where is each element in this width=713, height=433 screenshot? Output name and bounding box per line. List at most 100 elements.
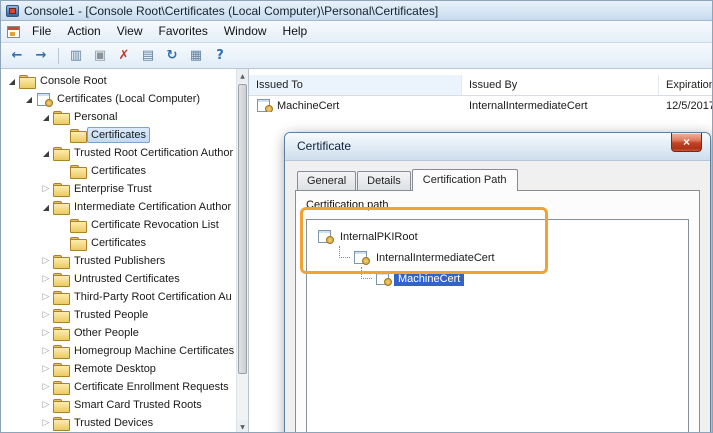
tree-item-trusted-root-certification-author[interactable]: ◢ Trusted Root Certification Author: [1, 144, 236, 162]
tree-scrollbar[interactable]: ▲ ▼: [236, 69, 248, 433]
scrollbar-up-icon[interactable]: ▲: [237, 69, 248, 83]
expander-expanded-icon[interactable]: ◢: [39, 149, 53, 158]
expander-collapsed-icon[interactable]: ▷: [39, 256, 53, 266]
folder-icon: [53, 327, 70, 340]
title-bar: Console1 - [Console Root\Certificates (L…: [1, 1, 712, 21]
certificate-icon: [353, 251, 370, 264]
tree-item-certificate-revocation-list[interactable]: Certificate Revocation List: [1, 216, 236, 234]
expander-collapsed-icon[interactable]: ▷: [39, 310, 53, 320]
tree-item-certificates-local-computer[interactable]: ◢Certificates (Local Computer): [1, 90, 236, 108]
folder-icon: [53, 399, 70, 412]
folder-icon: [70, 237, 87, 250]
tree-item-personal[interactable]: ◢Personal: [1, 108, 236, 126]
cert-path-node-internalintermediatecert[interactable]: InternalIntermediateCert: [313, 247, 682, 268]
folder-icon: [53, 201, 70, 214]
tree-item-label: Enterprise Trust: [70, 181, 156, 197]
tree-item-other-people[interactable]: ▷ Other People: [1, 324, 236, 342]
tree-item-certificates[interactable]: Certificates: [1, 162, 236, 180]
tree-item-third-party-root-certification-au[interactable]: ▷ Third-Party Root Certification Au: [1, 288, 236, 306]
dialog-body: GeneralDetailsCertification Path Certifi…: [285, 161, 710, 433]
tree-item-intermediate-certification-author[interactable]: ◢Intermediate Certification Author: [1, 198, 236, 216]
tab-details[interactable]: Details: [357, 171, 411, 190]
show-console-tree-icon[interactable]: ▥: [65, 46, 87, 66]
scrollbar-thumb[interactable]: [238, 84, 247, 374]
expander-expanded-icon[interactable]: ◢: [39, 203, 53, 212]
cert-path-node-machinecert[interactable]: MachineCert: [313, 268, 682, 289]
tree-item-untrusted-certificates[interactable]: ▷ Untrusted Certificates: [1, 270, 236, 288]
dialog-tabs: GeneralDetailsCertification Path: [295, 169, 700, 190]
expander-collapsed-icon[interactable]: ▷: [39, 400, 53, 410]
tree-connector: [339, 246, 350, 258]
tree-item-trusted-people[interactable]: ▷Trusted People: [1, 306, 236, 324]
console-tree: ◢Console Root◢Certificates (Local Comput…: [1, 69, 236, 433]
expander-collapsed-icon[interactable]: ▷: [39, 418, 53, 428]
list-cell: MachineCert: [249, 99, 462, 112]
mmc-window: Console1 - [Console Root\Certificates (L…: [0, 0, 713, 433]
menu-item-file[interactable]: File: [24, 21, 59, 42]
export-list-icon[interactable]: ▦: [185, 46, 207, 66]
folder-icon: [70, 129, 87, 142]
column-header-expiration-d[interactable]: Expiration D: [659, 75, 712, 95]
folder-icon: [53, 291, 70, 304]
cert-path-node-internalpkiroot[interactable]: InternalPKIRoot: [313, 226, 682, 247]
expander-collapsed-icon[interactable]: ▷: [39, 292, 53, 302]
tree-item-homegroup-machine-certificates[interactable]: ▷ Homegroup Machine Certificates: [1, 342, 236, 360]
tree-item-label: Other People: [70, 325, 143, 341]
scrollbar-down-icon[interactable]: ▼: [237, 420, 248, 433]
menu-item-action[interactable]: Action: [59, 21, 108, 42]
tab-certification-path[interactable]: Certification Path: [412, 169, 518, 191]
menu-item-view[interactable]: View: [109, 21, 151, 42]
tree-item-label: Trusted Publishers: [70, 253, 169, 269]
expander-expanded-icon[interactable]: ◢: [39, 113, 53, 122]
list-header: Issued ToIssued ByExpiration D: [249, 75, 712, 96]
tree-item-smart-card-trusted-roots[interactable]: ▷Smart Card Trusted Roots: [1, 396, 236, 414]
tree-item-label: Third-Party Root Certification Au: [70, 289, 236, 305]
tree-item-certificate-enrollment-requests[interactable]: ▷Certificate Enrollment Requests: [1, 378, 236, 396]
expander-collapsed-icon[interactable]: ▷: [39, 184, 53, 194]
folder-icon: [53, 363, 70, 376]
expander-collapsed-icon[interactable]: ▷: [39, 328, 53, 338]
back-icon[interactable]: ←: [6, 46, 28, 66]
tree-item-trusted-publishers[interactable]: ▷ Trusted Publishers: [1, 252, 236, 270]
tree-item-certificates[interactable]: Certificates: [1, 126, 236, 144]
folder-icon: [70, 165, 87, 178]
copy-icon[interactable]: ▣: [89, 46, 111, 66]
tree-item-console-root[interactable]: ◢Console Root: [1, 72, 236, 90]
column-header-issued-to[interactable]: Issued To: [249, 75, 462, 95]
expander-expanded-icon[interactable]: ◢: [5, 77, 19, 86]
menu-items: FileActionViewFavoritesWindowHelp: [24, 21, 315, 42]
menu-item-window[interactable]: Window: [216, 21, 275, 42]
folder-icon: [19, 75, 36, 88]
expander-collapsed-icon[interactable]: ▷: [39, 382, 53, 392]
refresh-icon[interactable]: ↻: [161, 46, 183, 66]
tree-item-label: Untrusted Certificates: [70, 271, 184, 287]
tree-item-enterprise-trust[interactable]: ▷ Enterprise Trust: [1, 180, 236, 198]
console-tree-pane: ◢Console Root◢Certificates (Local Comput…: [1, 69, 249, 433]
expander-collapsed-icon[interactable]: ▷: [39, 274, 53, 284]
help-icon[interactable]: ?: [209, 46, 231, 66]
expander-expanded-icon[interactable]: ◢: [22, 95, 36, 104]
mmc-console-icon: [6, 5, 19, 17]
expander-collapsed-icon[interactable]: ▷: [39, 346, 53, 356]
menu-item-favorites[interactable]: Favorites: [151, 21, 216, 42]
tree-item-label: Homegroup Machine Certificates: [70, 343, 236, 359]
child-window-icon[interactable]: [7, 26, 20, 38]
forward-icon[interactable]: →: [30, 46, 52, 66]
tree-item-trusted-devices[interactable]: ▷Trusted Devices: [1, 414, 236, 432]
certificate-dialog: Certificate × GeneralDetailsCertificatio…: [284, 132, 711, 433]
column-header-issued-by[interactable]: Issued By: [462, 75, 659, 95]
properties-icon[interactable]: ▤: [137, 46, 159, 66]
close-button[interactable]: ×: [671, 133, 702, 152]
tree-item-certificates[interactable]: Certificates: [1, 234, 236, 252]
list-cell: 12/5/2017: [659, 100, 712, 112]
expander-collapsed-icon[interactable]: ▷: [39, 364, 53, 374]
tree-item-label: Remote Desktop: [70, 361, 160, 377]
tree-item-remote-desktop[interactable]: ▷ Remote Desktop: [1, 360, 236, 378]
list-row[interactable]: MachineCertInternalIntermediateCert12/5/…: [249, 96, 712, 115]
tree-item-label: Certificate Revocation List: [87, 217, 223, 233]
delete-icon[interactable]: ✗: [113, 46, 135, 66]
menu-item-help[interactable]: Help: [275, 21, 316, 42]
tab-general[interactable]: General: [297, 171, 356, 190]
toolbar: ←→ ▥▣✗▤↻▦?: [1, 43, 712, 69]
tree-item-label: Trusted Root Certification Author: [70, 145, 236, 161]
